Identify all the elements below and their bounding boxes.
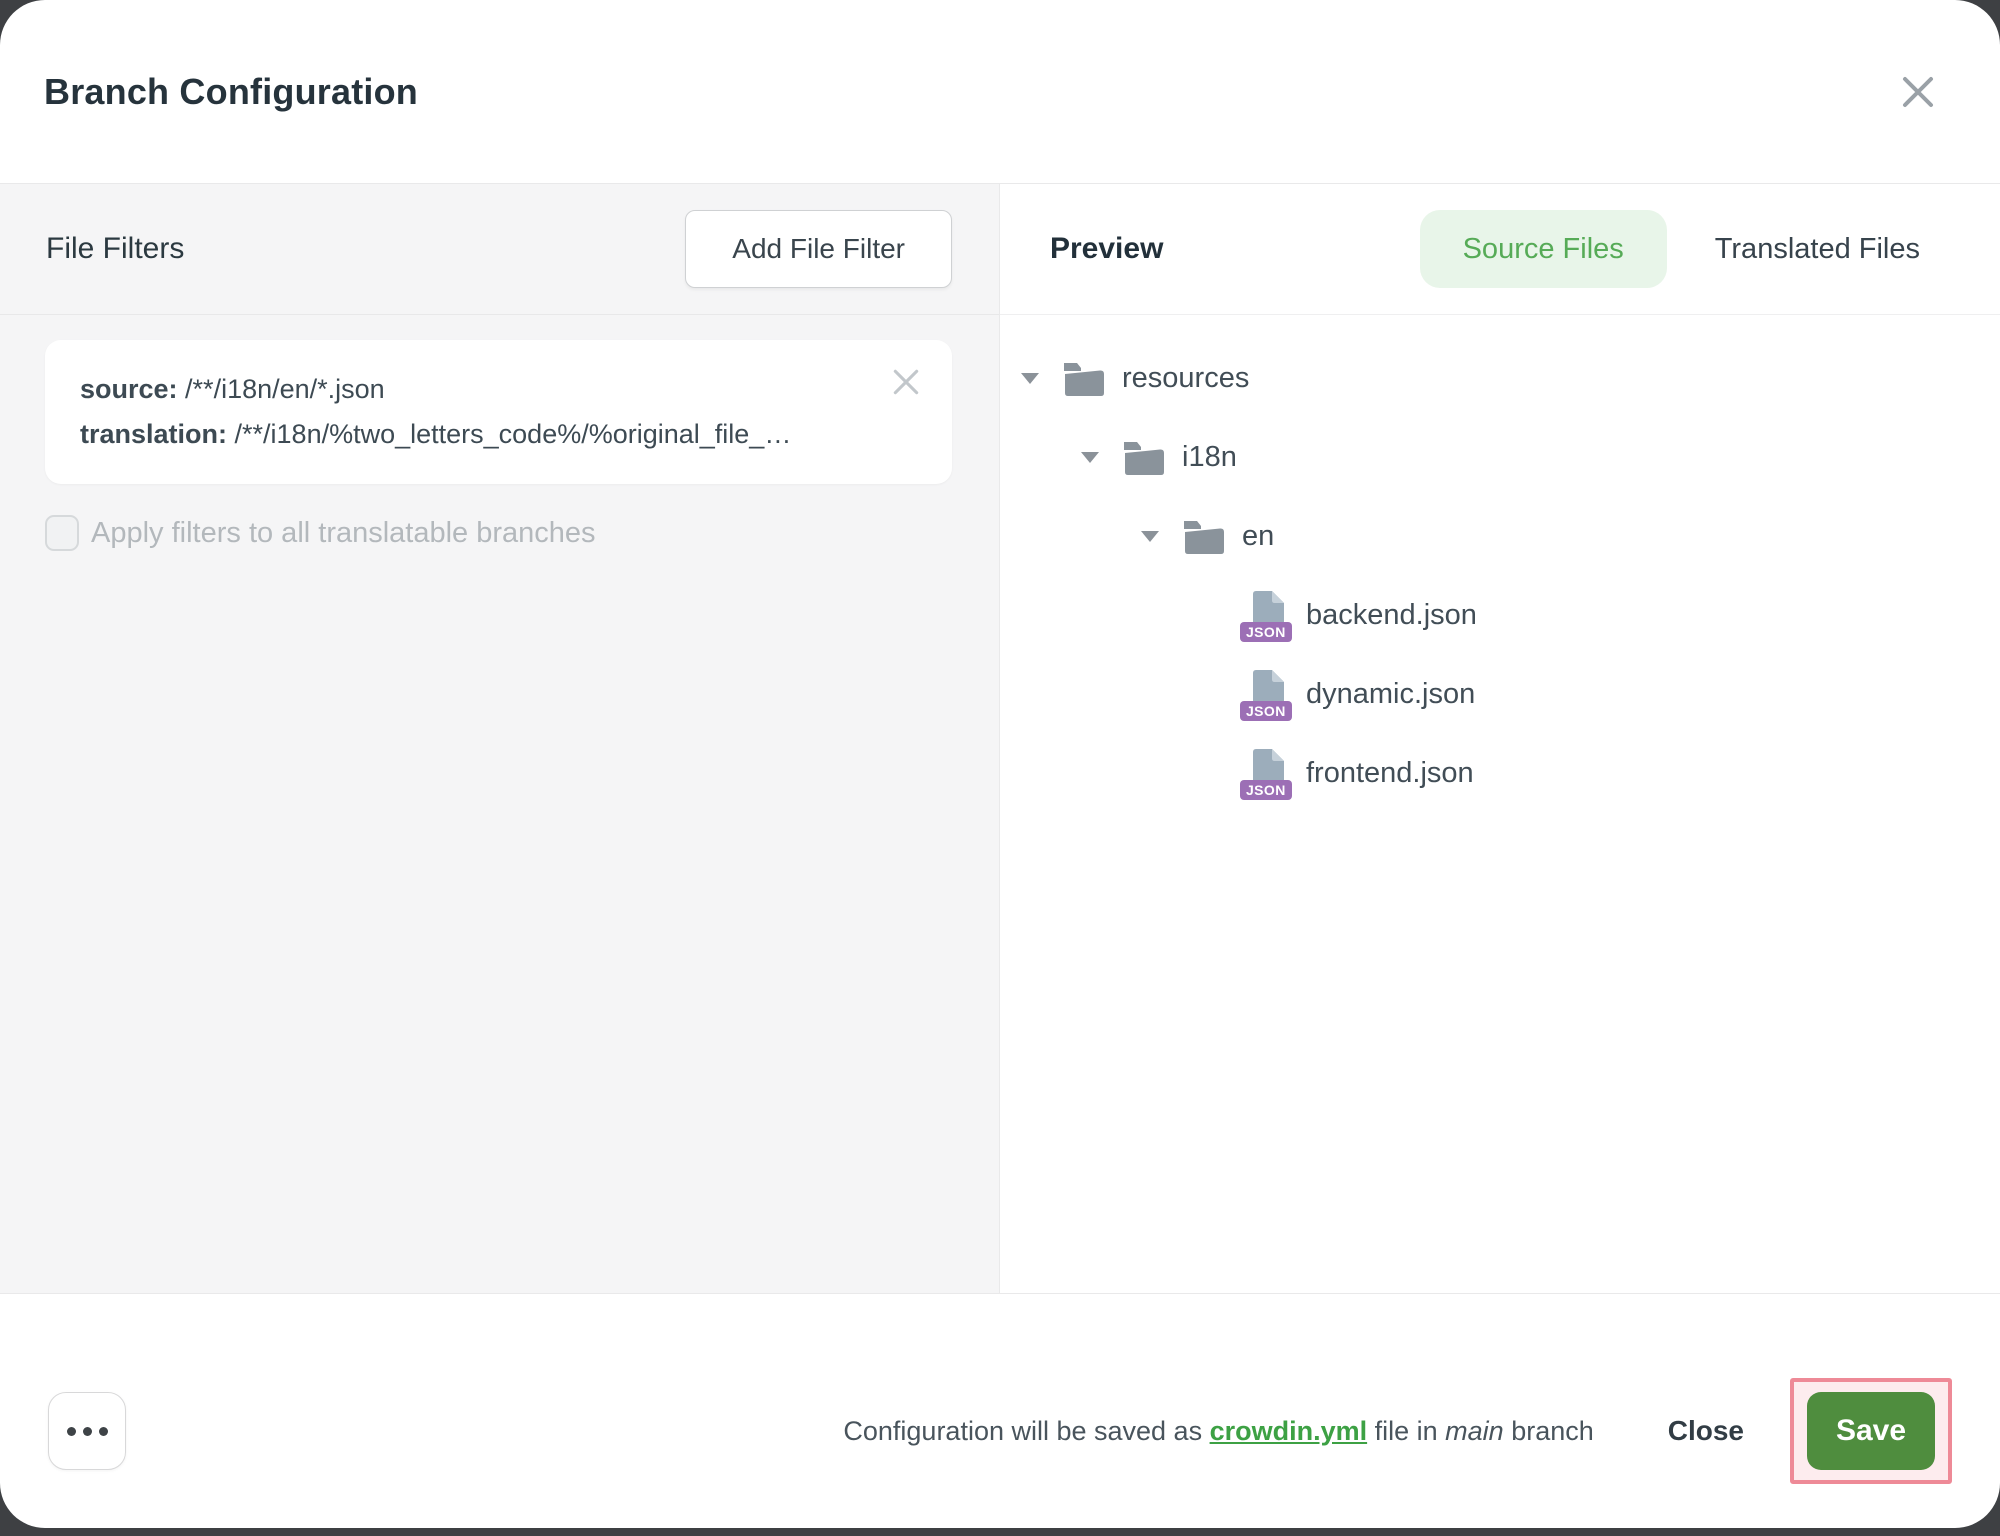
tree-item-label: resources [1122,362,1249,395]
filter-translation-value: /**/i18n/%two_letters_code%/%original_fi… [227,419,791,449]
json-file-icon: JSON [1240,748,1288,800]
file-filter-card: source: /**/i18n/en/*.json translation: … [45,340,952,484]
apply-filters-label: Apply filters to all translatable branch… [91,517,596,550]
filter-source-line: source: /**/i18n/en/*.json [80,367,832,412]
tree-row[interactable]: JSON backend.json [1000,576,2000,655]
save-button[interactable]: Save [1807,1392,1935,1470]
remove-filter-button[interactable] [884,360,928,404]
json-badge: JSON [1240,780,1292,800]
branch-name: main [1445,1416,1504,1446]
tree-row[interactable]: JSON dynamic.json [1000,655,2000,734]
preview-header: Preview Source Files Translated Files [1000,184,2000,315]
tree-item-label: backend.json [1306,599,1477,632]
json-badge: JSON [1240,622,1292,642]
chevron-down-icon [1021,373,1039,384]
close-button[interactable]: Close [1662,1414,1750,1448]
tree-item-label: en [1242,520,1274,553]
tab-source-files[interactable]: Source Files [1420,210,1667,288]
tree-item-label: i18n [1182,441,1237,474]
dialog-header: Branch Configuration [0,0,2000,184]
tree-row[interactable]: JSON frontend.json [1000,734,2000,813]
tab-translated-files[interactable]: Translated Files [1715,233,1920,266]
add-file-filter-button[interactable]: Add File Filter [685,210,952,288]
tree-item-label: dynamic.json [1306,678,1475,711]
filter-source-value: /**/i18n/en/*.json [178,374,385,404]
apply-filters-checkbox[interactable] [45,515,79,551]
collapse-toggle[interactable] [1066,452,1114,463]
close-icon [1899,73,1937,111]
chevron-down-icon [1081,452,1099,463]
file-filters-header: File Filters Add File Filter [0,184,999,315]
save-button-highlight: Save [1790,1378,1952,1484]
folder-icon [1182,519,1224,555]
filter-translation-label: translation: [80,419,227,449]
preview-tabs: Source Files Translated Files [1420,210,1920,288]
tree-row[interactable]: en [1000,497,2000,576]
file-filters-panel: File Filters Add File Filter source: /**… [0,184,1000,1293]
ellipsis-icon [67,1427,76,1436]
preview-panel: Preview Source Files Translated Files re… [1000,184,2000,1293]
file-filters-heading: File Filters [46,232,184,266]
preview-heading: Preview [1050,232,1163,266]
filter-translation-line: translation: /**/i18n/%two_letters_code%… [80,412,832,457]
remove-filter-x-icon [890,364,922,400]
file-tree: resources i18n en [1000,315,2000,813]
branch-configuration-dialog: Branch Configuration File Filters Add Fi… [0,0,2000,1528]
json-badge: JSON [1240,701,1292,721]
json-file-icon: JSON [1240,590,1288,642]
more-options-button[interactable] [48,1392,126,1470]
folder-icon [1122,440,1164,476]
filter-source-label: source: [80,374,178,404]
tree-row[interactable]: resources [1000,339,2000,418]
file-filters-content: source: /**/i18n/en/*.json translation: … [0,315,999,551]
collapse-toggle[interactable] [1006,373,1054,384]
apply-filters-row: Apply filters to all translatable branch… [45,515,952,551]
tree-item-label: frontend.json [1306,757,1474,790]
save-location-message: Configuration will be saved as crowdin.y… [843,1416,1593,1447]
folder-icon [1062,361,1104,397]
collapse-toggle[interactable] [1126,531,1174,542]
dialog-close-button[interactable] [1892,66,1944,118]
tree-row[interactable]: i18n [1000,418,2000,497]
chevron-down-icon [1141,531,1159,542]
dialog-body: File Filters Add File Filter source: /**… [0,184,2000,1293]
page-title: Branch Configuration [44,71,418,113]
json-file-icon: JSON [1240,669,1288,721]
dialog-footer: Configuration will be saved as crowdin.y… [0,1293,2000,1528]
crowdin-yml-link[interactable]: crowdin.yml [1210,1416,1368,1446]
